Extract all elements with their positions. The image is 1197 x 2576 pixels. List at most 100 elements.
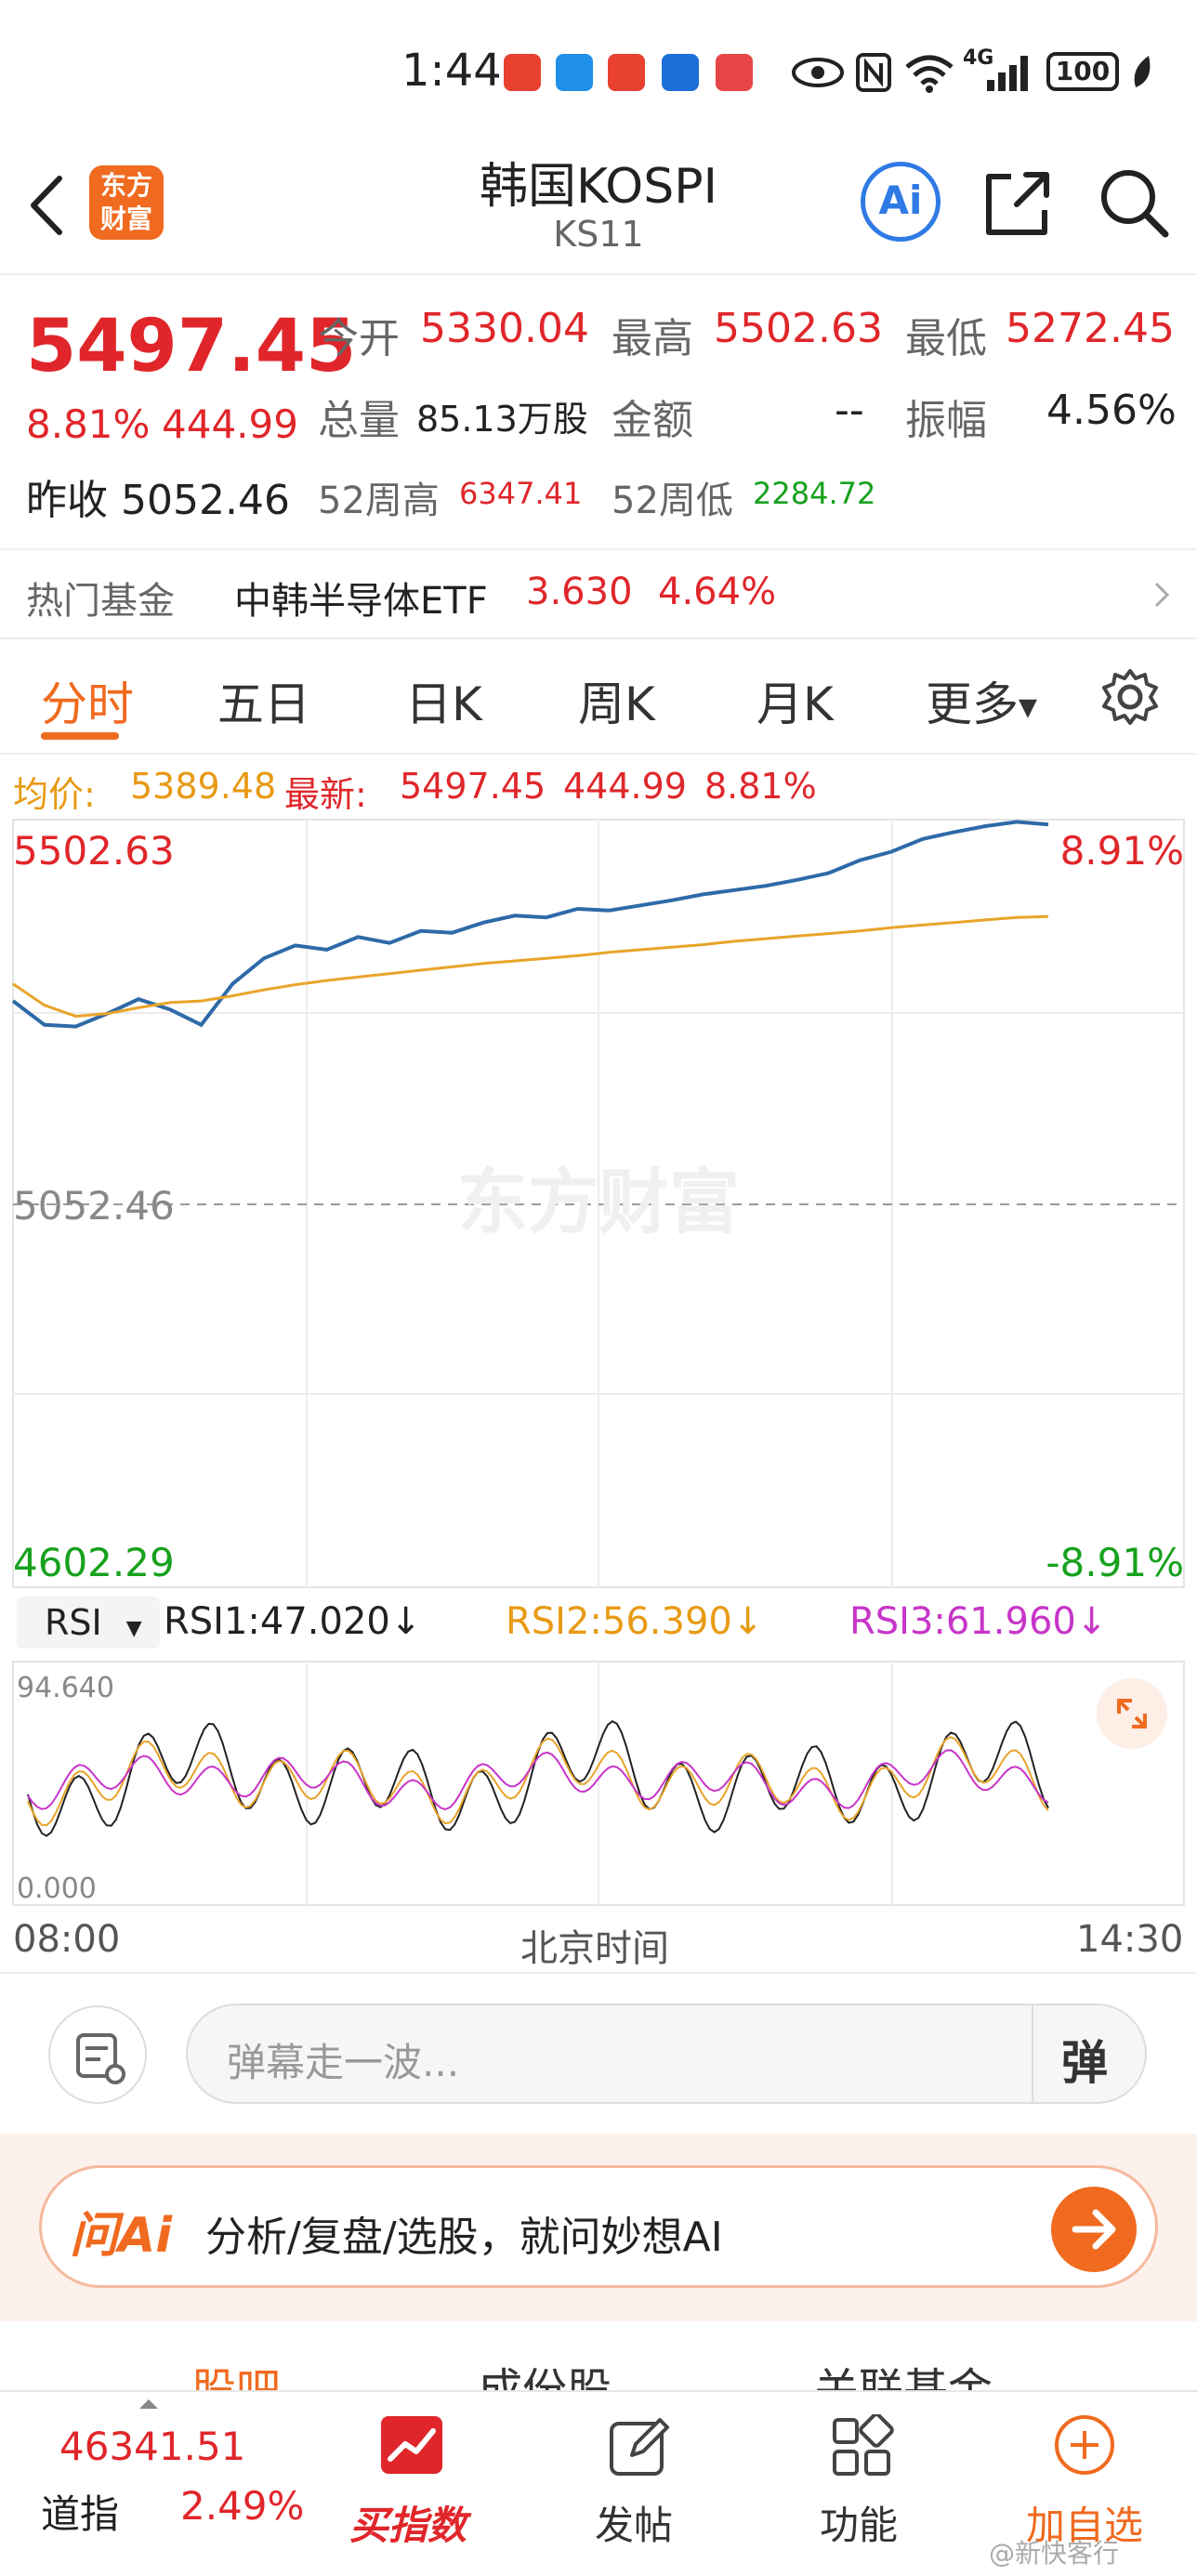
rsi2-text: RSI2:56.390	[506, 1600, 732, 1643]
rsi-lines-group	[27, 1720, 1049, 1837]
collapse-up-icon[interactable]	[138, 2396, 160, 2411]
tab-daily-k[interactable]: 日K	[405, 667, 482, 734]
intraday-chart-svg: 东方财富 5502.63 8.91% 5052.46 4602.29 -8.91…	[11, 819, 1185, 1588]
change-pct: 8.81%	[26, 401, 151, 447]
chart-mid-price: 5052.46	[13, 1183, 175, 1229]
tab-more[interactable]: 更多▼	[926, 667, 1037, 734]
danmu-toggle-button[interactable]: 弹	[1061, 2026, 1108, 2093]
rsi-min-label: 0.000	[17, 1873, 97, 1905]
prev-close-value: 5052.46	[121, 477, 290, 524]
sub-tabs: 股吧 成份股 关联基金	[0, 2321, 1197, 2390]
latest-pct: 8.81%	[704, 766, 817, 807]
low-label: 最低	[905, 315, 987, 362]
amplitude-value: 4.56%	[1046, 387, 1177, 434]
grid-icon	[833, 2414, 894, 2476]
settings-gear-icon[interactable]	[1100, 667, 1160, 727]
hot-fund-row[interactable]: 热门基金 中韩半导体ETF 3.630 4.64%	[0, 550, 1197, 639]
chart-tabs: 分时 五日 日K 周K 月K 更多▼	[0, 639, 1197, 755]
nav-buy-index-label: 买指数	[349, 2503, 467, 2548]
low-value: 5272.45	[1006, 305, 1175, 352]
low52-value: 2284.72	[753, 476, 876, 511]
nav-post[interactable]: 发帖	[576, 2401, 706, 2559]
high52-value: 6347.41	[459, 476, 583, 511]
ask-ai-brand: 问Ai	[70, 2208, 173, 2264]
tab-monthly-k[interactable]: 月K	[756, 667, 834, 734]
nav-buy-index[interactable]: 买指数	[344, 2401, 480, 2559]
edit-icon	[610, 2418, 669, 2476]
rsi-panel: RSI ▼ RSI1:47.020↓ RSI2:56.390↓ RSI3:61.9…	[0, 1589, 1197, 1907]
latest-label: 最新:	[284, 774, 367, 815]
open-label: 今开	[318, 315, 400, 362]
chart-bottom-pct: -8.91%	[1046, 1540, 1184, 1585]
wifi-icon	[905, 55, 954, 93]
danmu-placeholder: 弹幕走一波...	[227, 2040, 460, 2085]
app-notification-icon	[504, 54, 541, 91]
danmu-settings-button[interactable]	[48, 2005, 147, 2104]
index-pct: 2.49%	[180, 2483, 305, 2529]
status-time: 1:44	[401, 45, 502, 97]
tab-weekly-k[interactable]: 周K	[578, 667, 655, 734]
amplitude-label: 振幅	[905, 397, 987, 444]
tab-intraday[interactable]: 分时	[41, 667, 134, 734]
ai-button[interactable]: Ai	[861, 162, 940, 242]
open-value: 5330.04	[420, 305, 589, 352]
rsi1-value: RSI1:47.020↓	[164, 1600, 422, 1643]
page-title: 韩国KOSPI	[480, 159, 717, 215]
add-circle-icon	[1055, 2415, 1114, 2475]
rsi1-line	[27, 1720, 1049, 1837]
hot-fund-label: 热门基金	[26, 580, 175, 623]
signal-icon	[987, 56, 1028, 91]
sub-tab-forum[interactable]: 股吧	[191, 2353, 281, 2390]
index-value[interactable]: 46341.51	[59, 2424, 245, 2469]
chevron-right-icon	[1154, 582, 1170, 608]
low52-label: 52周低	[612, 480, 733, 522]
price-info-bar: 均价: 5389.48 最新: 5497.45 444.99 8.81%	[0, 755, 1197, 818]
stock-code: KS11	[553, 214, 644, 255]
huawei-notification-icon	[716, 54, 753, 91]
danmu-input[interactable]: 弹幕走一波... 弹	[186, 2004, 1147, 2104]
index-name: 道指	[41, 2491, 120, 2537]
back-icon[interactable]	[26, 173, 67, 238]
battery-level: 100	[1055, 56, 1111, 86]
ask-ai-input[interactable]: 问Ai 分析/复盘/选股，就问妙想AI	[39, 2165, 1158, 2288]
intraday-chart[interactable]: 东方财富 5502.63 8.91% 5052.46 4602.29 -8.91…	[0, 818, 1197, 1589]
share-icon[interactable]	[983, 167, 1054, 238]
rsi2-value: RSI2:56.390↓	[506, 1600, 764, 1643]
chart-top-pct: 8.91%	[1060, 828, 1184, 874]
search-icon[interactable]	[1097, 165, 1171, 240]
danmu-bar: 弹幕走一波... 弹	[0, 1976, 1197, 2134]
battery-icon: 100	[1046, 52, 1119, 91]
amount-value: --	[835, 387, 864, 434]
time-zone: 北京时间	[520, 1927, 669, 1970]
hot-fund-pct: 4.64%	[658, 571, 777, 613]
ask-ai-submit-button[interactable]	[1051, 2187, 1137, 2272]
rsi-chart: 94.640 0.000	[12, 1661, 1185, 1906]
alert-notification-icon	[608, 54, 645, 91]
time-end: 14:30	[1076, 1918, 1184, 1961]
high-value: 5502.63	[714, 305, 883, 352]
trend-chart-icon	[381, 2416, 442, 2474]
tab-five-day[interactable]: 五日	[217, 667, 310, 734]
chart-bottom-price: 4602.29	[13, 1540, 175, 1585]
rsi-selector[interactable]: RSI ▼	[17, 1597, 160, 1649]
status-bar: 1:44 4G 100	[0, 0, 1197, 139]
sub-tab-constituents[interactable]: 成份股	[478, 2353, 612, 2390]
active-tab-indicator	[41, 732, 119, 740]
nav-functions-label: 功能	[820, 2503, 899, 2548]
chart-watermark: 东方财富	[457, 1161, 740, 1243]
bottom-bar: 46341.51 道指 2.49% 买指数 发帖 功能 加自选 @新快客行	[0, 2390, 1197, 2576]
quote-panel: 5497.45 8.81% 444.99 昨收 5052.46 今开 5330.…	[0, 275, 1197, 550]
sub-tab-related-funds[interactable]: 关联基金	[814, 2353, 993, 2390]
volume-value: 85.13万股	[416, 399, 588, 440]
rsi-selector-label: RSI	[45, 1602, 102, 1643]
header: 东方 财富 韩国KOSPI KS11 Ai	[0, 139, 1197, 275]
expand-button[interactable]	[1097, 1678, 1167, 1749]
ai-label: Ai	[878, 177, 923, 223]
high52-label: 52周高	[318, 480, 440, 522]
volume-label: 总量	[318, 397, 400, 444]
nav-functions[interactable]: 功能	[796, 2401, 926, 2559]
high-label: 最高	[612, 315, 693, 362]
weibo-watermark: @新快客行	[989, 2538, 1120, 2569]
eye-icon	[792, 58, 844, 87]
cloud-notification-icon	[556, 54, 593, 91]
